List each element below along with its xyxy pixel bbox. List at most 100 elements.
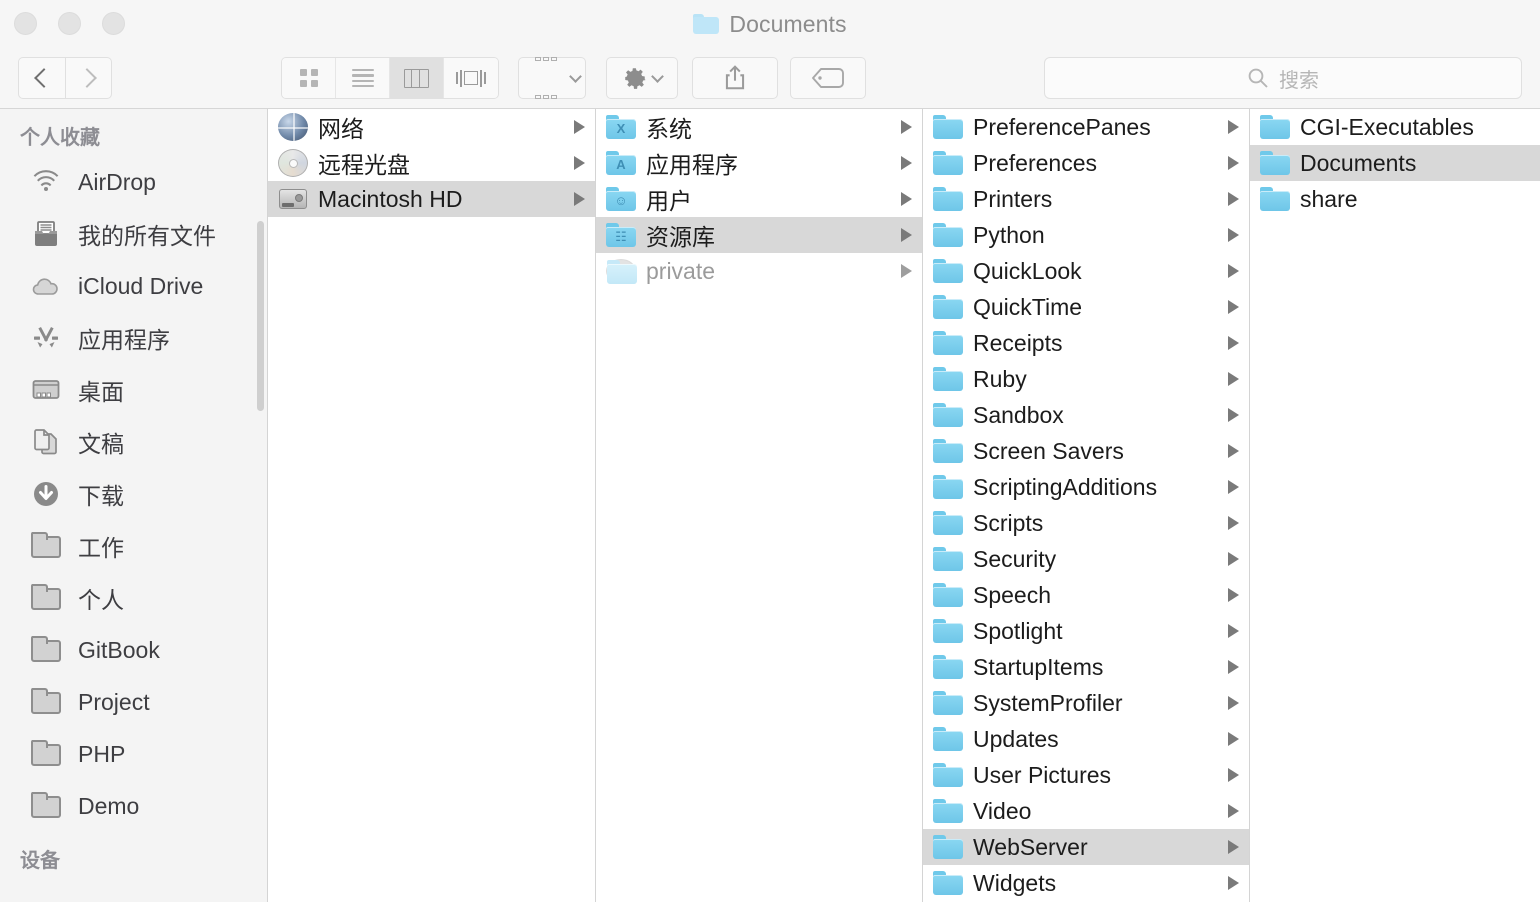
column-row-label: 应用程序 (646, 146, 891, 180)
column-row[interactable]: Preferences (923, 145, 1249, 181)
sidebar-item-个人[interactable]: 个人 (0, 572, 267, 624)
disclosure-arrow-icon (1228, 372, 1239, 386)
sidebar-item-下载[interactable]: 下载 (0, 468, 267, 520)
disclosure-arrow-icon (1228, 228, 1239, 242)
all-files-icon (30, 218, 62, 250)
back-button[interactable] (18, 57, 65, 99)
folder-icon (933, 511, 963, 535)
column-row[interactable]: QuickTime (923, 289, 1249, 325)
column-row-label: ScriptingAdditions (973, 474, 1218, 501)
finder-window: Documents (0, 0, 1540, 902)
arrange-by-button[interactable] (518, 57, 586, 99)
column-row[interactable]: User Pictures (923, 757, 1249, 793)
folder-icon (933, 547, 963, 571)
column-row[interactable]: CGI-Executables (1250, 109, 1540, 145)
column-row-label: Speech (973, 582, 1218, 609)
folder-icon (933, 619, 963, 643)
desktop-icon (30, 374, 62, 406)
column-row[interactable]: ☺用户 (596, 181, 922, 217)
folder-icon (933, 115, 963, 139)
column-row-label: private (646, 258, 891, 285)
sidebar-item-文稿[interactable]: 文稿 (0, 416, 267, 468)
disclosure-arrow-icon (1228, 156, 1239, 170)
column-row[interactable]: 网络 (268, 109, 595, 145)
sidebar-item-label: 应用程序 (78, 321, 170, 355)
folder-icon (933, 223, 963, 247)
column-row[interactable]: SystemProfiler (923, 685, 1249, 721)
column-row-label: StartupItems (973, 654, 1218, 681)
folder-icon (933, 403, 963, 427)
folder-icon (933, 151, 963, 175)
column-row[interactable]: ScriptingAdditions (923, 469, 1249, 505)
folder-icon (933, 295, 963, 319)
sidebar-item-iCloud Drive[interactable]: iCloud Drive (0, 260, 267, 312)
icon-view-button[interactable] (282, 58, 336, 98)
column-row[interactable]: Updates (923, 721, 1249, 757)
sidebar-scrollbar[interactable] (257, 221, 264, 411)
disclosure-arrow-icon (901, 156, 912, 170)
sidebar-item-AirDrop[interactable]: AirDrop (0, 156, 267, 208)
column-row[interactable]: private (596, 253, 922, 289)
tag-button[interactable] (790, 57, 866, 99)
column-row[interactable]: A应用程序 (596, 145, 922, 181)
column-row[interactable]: Python (923, 217, 1249, 253)
sidebar: 个人收藏AirDrop 我的所有文件 iCloud Drive 应用程序桌面文稿下载工… (0, 109, 268, 902)
coverflow-view-button[interactable] (444, 58, 498, 98)
sidebar-item-label: PHP (78, 741, 125, 768)
column-row[interactable]: PreferencePanes (923, 109, 1249, 145)
column-row[interactable]: X系统 (596, 109, 922, 145)
sidebar-section-header: 个人收藏 (0, 109, 267, 156)
search-field[interactable]: 搜索 (1044, 57, 1522, 99)
sidebar-item-PHP[interactable]: PHP (0, 728, 267, 780)
folder-badge: ☷ (606, 227, 636, 247)
column-row-label: Ruby (973, 366, 1218, 393)
column-row[interactable]: StartupItems (923, 649, 1249, 685)
chevron-down-icon (569, 70, 582, 83)
column-row[interactable]: Widgets (923, 865, 1249, 901)
sidebar-item-工作[interactable]: 工作 (0, 520, 267, 572)
column-row[interactable]: Printers (923, 181, 1249, 217)
disclosure-arrow-icon (574, 120, 585, 134)
action-menu-button[interactable] (606, 57, 678, 99)
column-row[interactable]: Spotlight (923, 613, 1249, 649)
column-row[interactable]: ☷资源库 (596, 217, 922, 253)
column-row[interactable]: Macintosh HD (268, 181, 595, 217)
sidebar-item-桌面[interactable]: 桌面 (0, 364, 267, 416)
column-row[interactable]: Security (923, 541, 1249, 577)
sidebar-item-GitBook[interactable]: GitBook (0, 624, 267, 676)
folder-icon (933, 367, 963, 391)
sidebar-item-Project[interactable]: Project (0, 676, 267, 728)
column-row[interactable]: Scripts (923, 505, 1249, 541)
column-row[interactable]: WebServer (923, 829, 1249, 865)
column-row[interactable]: Video (923, 793, 1249, 829)
column-row-label: Widgets (973, 870, 1218, 897)
list-view-button[interactable] (336, 58, 390, 98)
disclosure-arrow-icon (1228, 588, 1239, 602)
gear-icon (622, 65, 648, 91)
column-row[interactable]: Ruby (923, 361, 1249, 397)
share-button[interactable] (692, 57, 778, 99)
column-row[interactable]: Sandbox (923, 397, 1249, 433)
sidebar-item-label: Project (78, 689, 150, 716)
sidebar-item-应用程序[interactable]: 应用程序 (0, 312, 267, 364)
column-row[interactable]: Documents (1250, 145, 1540, 181)
column-row[interactable]: Speech (923, 577, 1249, 613)
sidebar-item-我的所有文件[interactable]: 我的所有文件 (0, 208, 267, 260)
title-bar: Documents (0, 0, 1540, 47)
sidebar-item-Demo[interactable]: Demo (0, 780, 267, 832)
folder-icon (30, 686, 62, 718)
column-row[interactable]: 远程光盘 (268, 145, 595, 181)
sidebar-item-label: 我的所有文件 (78, 217, 216, 251)
column-row[interactable]: Screen Savers (923, 433, 1249, 469)
column-row-label: 系统 (646, 110, 891, 144)
folder-icon (1260, 187, 1290, 211)
disclosure-arrow-icon (1228, 300, 1239, 314)
column-view-button[interactable] (390, 58, 444, 98)
column-row[interactable]: Receipts (923, 325, 1249, 361)
tag-icon (811, 67, 845, 89)
column-row[interactable]: QuickLook (923, 253, 1249, 289)
harddisk-icon (278, 187, 308, 211)
folder-icon (30, 530, 62, 562)
forward-button[interactable] (65, 57, 112, 99)
column-row[interactable]: share (1250, 181, 1540, 217)
